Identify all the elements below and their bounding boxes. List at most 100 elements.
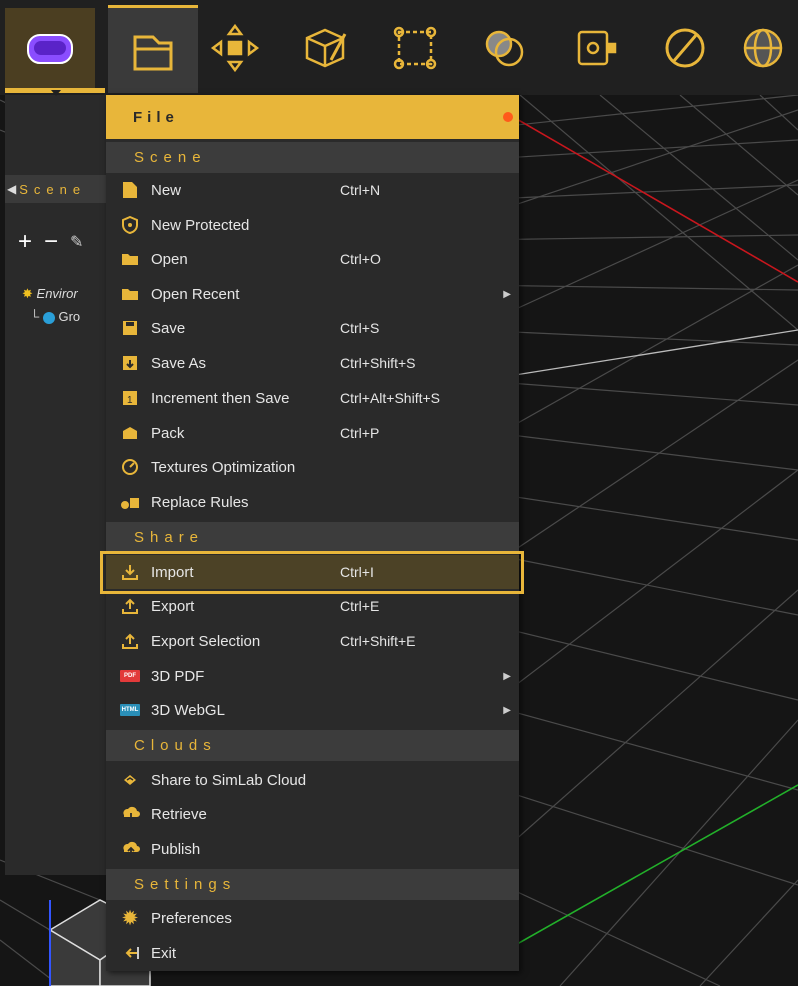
file-menu-button[interactable] xyxy=(108,5,198,93)
pin-icon[interactable] xyxy=(503,112,513,122)
move-arrows-icon xyxy=(210,23,260,73)
menu-item-label: Pack xyxy=(151,424,185,442)
device-icon xyxy=(577,30,617,66)
menu-title: File xyxy=(106,95,519,139)
scene-tab-label: Scene xyxy=(19,181,87,197)
cloud-download-icon xyxy=(120,804,140,824)
tree-branch-icon: └ xyxy=(30,309,40,324)
materials-button[interactable] xyxy=(460,8,550,88)
material-spheres-icon xyxy=(485,30,524,67)
sun-icon: ✸ xyxy=(22,286,33,301)
submenu-arrow-icon: ▶ xyxy=(503,704,511,716)
scene-tab[interactable]: ◀ Scene xyxy=(5,175,108,203)
circle-slash-icon xyxy=(665,28,705,68)
import-highlight-frame xyxy=(100,551,524,594)
menu-item-label: Retrieve xyxy=(151,805,207,823)
menu-item-3d-pdf[interactable]: PDF 3D PDF ▶ xyxy=(106,659,519,693)
menu-item-shortcut: Ctrl+N xyxy=(340,182,381,198)
folder-icon xyxy=(120,284,140,304)
menu-item-label: Share to SimLab Cloud xyxy=(151,771,307,789)
menu-item-save[interactable]: Save Ctrl+S xyxy=(106,311,519,345)
menu-item-label: Publish xyxy=(151,840,201,858)
remove-icon[interactable]: − xyxy=(44,228,58,256)
main-toolbar xyxy=(0,0,798,96)
tree-item-environment[interactable]: ✸ Enviror xyxy=(22,286,106,302)
section-label: Share xyxy=(134,529,205,546)
menu-item-shortcut: Ctrl+Shift+S xyxy=(340,355,416,371)
tree-item-ground[interactable]: └ Gro xyxy=(30,309,106,324)
cloud-share-icon xyxy=(120,770,140,790)
menu-item-label: Open Recent xyxy=(151,285,240,303)
menu-item-shortcut: Ctrl+Shift+E xyxy=(340,633,416,649)
selection-button[interactable] xyxy=(370,8,460,88)
increment-save-icon: 1 xyxy=(120,388,140,408)
menu-item-open[interactable]: Open Ctrl+O xyxy=(106,242,519,276)
add-icon[interactable]: + xyxy=(18,228,32,256)
menu-item-label: Export Selection xyxy=(151,632,261,650)
menu-item-retrieve[interactable]: Retrieve xyxy=(106,797,519,831)
menu-item-export-selection[interactable]: Export Selection Ctrl+Shift+E xyxy=(106,624,519,658)
section-label: Scene xyxy=(134,149,207,166)
globe-button[interactable] xyxy=(728,8,798,88)
render-button[interactable] xyxy=(640,8,730,88)
menu-item-label: Replace Rules xyxy=(151,493,249,511)
menu-item-label: 3D PDF xyxy=(151,667,205,685)
menu-item-shortcut: Ctrl+E xyxy=(340,598,380,614)
menu-item-shortcut: Ctrl+P xyxy=(340,425,380,441)
svg-text:1: 1 xyxy=(127,395,133,406)
menu-item-3d-webgl[interactable]: HTML 3D WebGL ▶ xyxy=(106,693,519,727)
menu-item-replace-rules[interactable]: Replace Rules xyxy=(106,485,519,519)
folder-icon xyxy=(120,249,140,269)
menu-item-label: Export xyxy=(151,597,195,615)
transform-button[interactable] xyxy=(190,8,280,88)
collapse-left-icon: ◀ xyxy=(7,182,17,196)
pdf-badge-icon: PDF xyxy=(120,666,140,686)
exit-icon xyxy=(120,943,140,963)
menu-item-label: Increment then Save xyxy=(151,389,290,407)
menu-item-label: New xyxy=(151,181,182,199)
cloud-upload-icon xyxy=(120,839,140,859)
export-icon xyxy=(120,596,140,616)
folder-icon xyxy=(133,35,173,70)
section-share: Share xyxy=(106,522,519,553)
menu-item-label: Save As xyxy=(151,354,207,372)
edit-geometry-button[interactable] xyxy=(280,8,370,88)
section-label: Clouds xyxy=(134,737,217,754)
menu-item-label: Textures Optimization xyxy=(151,458,296,476)
menu-item-new-protected[interactable]: New Protected xyxy=(106,208,519,242)
globe-icon xyxy=(42,311,55,324)
menu-item-pack[interactable]: Pack Ctrl+P xyxy=(106,416,519,450)
scene-panel xyxy=(5,95,108,875)
scene-states-button[interactable] xyxy=(550,8,640,88)
menu-item-preferences[interactable]: ✹ Preferences xyxy=(106,901,519,935)
file-menu: File Scene New Ctrl+N New Protected Open… xyxy=(106,95,519,971)
menu-item-new[interactable]: New Ctrl+N xyxy=(106,173,519,207)
submenu-arrow-icon: ▶ xyxy=(503,670,511,682)
menu-item-textures-optimization[interactable]: Textures Optimization xyxy=(106,450,519,484)
tree-item-label: Gro xyxy=(58,309,81,324)
new-file-icon xyxy=(120,180,140,200)
submenu-arrow-icon: ▶ xyxy=(503,288,511,300)
menu-item-exit[interactable]: Exit xyxy=(106,936,519,970)
export-icon xyxy=(120,631,140,651)
menu-title-label: File xyxy=(133,108,179,126)
menu-item-label: 3D WebGL xyxy=(151,701,225,719)
menu-item-share-cloud[interactable]: Share to SimLab Cloud xyxy=(106,763,519,797)
menu-item-shortcut: Ctrl+S xyxy=(340,320,380,336)
eraser-icon[interactable]: ✎ xyxy=(70,232,83,252)
menu-item-label: Open xyxy=(151,250,188,268)
section-label: Settings xyxy=(134,876,237,893)
gauge-icon xyxy=(120,457,140,477)
vr-button[interactable] xyxy=(5,8,95,90)
section-settings: Settings xyxy=(106,869,519,900)
menu-item-increment-save[interactable]: 1 Increment then Save Ctrl+Alt+Shift+S xyxy=(106,381,519,415)
menu-item-save-as[interactable]: Save As Ctrl+Shift+S xyxy=(106,346,519,380)
menu-item-label: Preferences xyxy=(151,909,232,927)
menu-item-open-recent[interactable]: Open Recent ▶ xyxy=(106,277,519,311)
globe-icon xyxy=(743,28,783,68)
shield-icon xyxy=(120,215,140,235)
save-as-icon xyxy=(120,353,140,373)
menu-item-publish[interactable]: Publish xyxy=(106,832,519,866)
menu-item-export[interactable]: Export Ctrl+E xyxy=(106,589,519,623)
cube-pencil-icon xyxy=(305,28,347,68)
